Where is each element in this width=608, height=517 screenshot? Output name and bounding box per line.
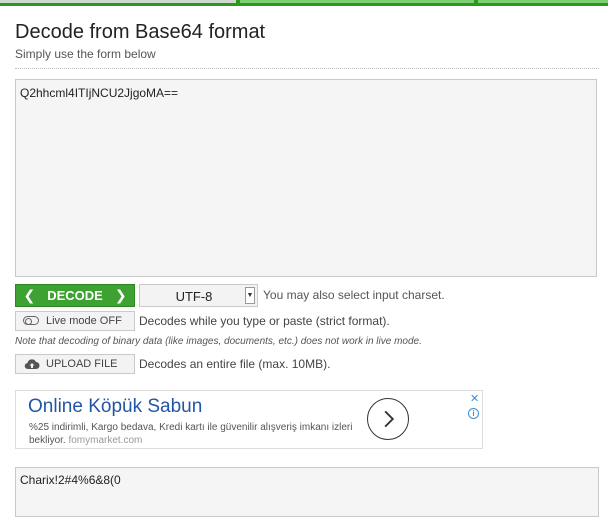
ad-description: %25 indirimli, Kargo bedava, Kredi kartı… [29, 421, 364, 447]
charset-value: UTF-8 [175, 289, 213, 304]
nav-tab-3[interactable] [478, 0, 608, 3]
chevron-left-icon: ❮ [23, 287, 36, 303]
page-title: Decode from Base64 format [15, 21, 266, 43]
binary-note: Note that decoding of binary data (like … [15, 336, 422, 347]
ad-title[interactable]: Online Köpük Sabun [28, 396, 202, 418]
charset-select[interactable]: UTF-8 ▼ [139, 284, 258, 307]
cloud-upload-icon [24, 359, 40, 370]
toggle-icon [23, 316, 39, 325]
live-mode-label: Live mode OFF [46, 315, 122, 327]
ad-info-icon[interactable]: i [468, 408, 479, 419]
decode-button[interactable]: ❮ DECODE ❯ [15, 284, 135, 307]
charset-note: You may also select input charset. [263, 288, 445, 302]
ad-close-icon[interactable]: ✕ [470, 392, 479, 405]
live-mode-note: Decodes while you type or paste (strict … [139, 314, 390, 328]
chevron-right-icon: ❯ [114, 287, 127, 303]
upload-file-label: UPLOAD FILE [46, 358, 118, 370]
dropdown-arrow-icon[interactable]: ▼ [245, 287, 255, 304]
upload-note: Decodes an entire file (max. 10MB). [139, 357, 331, 371]
upload-file-button[interactable]: UPLOAD FILE [15, 354, 135, 374]
advertisement[interactable]: Online Köpük Sabun %25 indirimli, Kargo … [15, 390, 483, 449]
nav-tab-2[interactable] [240, 0, 474, 3]
decoded-output[interactable]: Charix!2#4%6&8(0 [15, 467, 599, 517]
ad-arrow-button[interactable] [367, 398, 409, 440]
ad-domain[interactable]: fomymarket.com [68, 435, 142, 446]
decode-button-label: DECODE [47, 288, 103, 303]
top-nav-bar [0, 0, 608, 6]
live-mode-toggle[interactable]: Live mode OFF [15, 311, 135, 331]
base64-input[interactable]: Q2hhcml4ITIjNCU2JjgoMA== [15, 79, 597, 277]
nav-tab-1[interactable] [0, 0, 236, 3]
page-subtitle: Simply use the form below [15, 47, 156, 61]
divider [15, 68, 599, 69]
